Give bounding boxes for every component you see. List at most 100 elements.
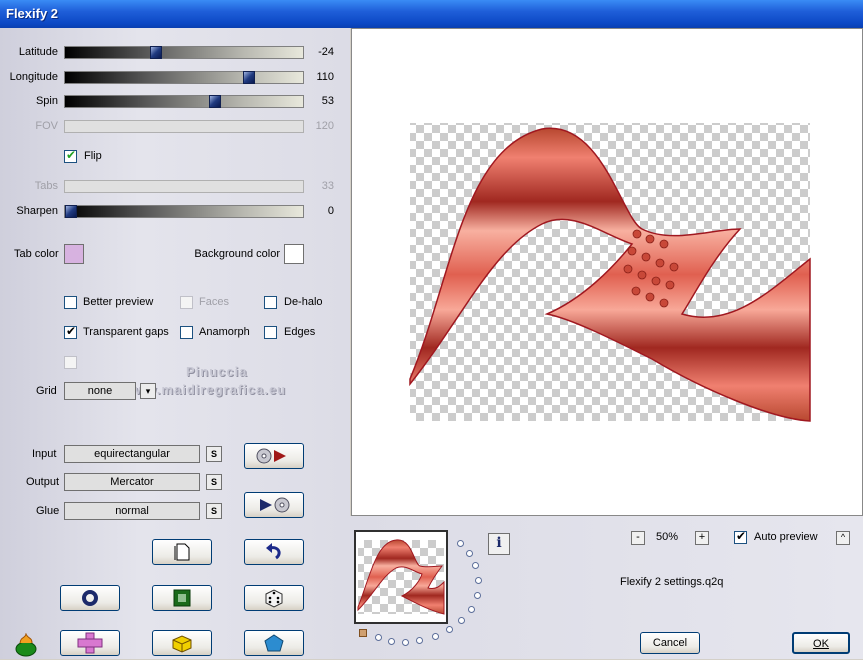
zoom-out-button[interactable]: - [631,531,645,545]
grid-select[interactable]: none [64,382,136,400]
pentagon-button[interactable] [244,630,304,656]
preview-image [409,123,811,422]
longitude-slider[interactable] [64,71,304,84]
thumbnail-navigator[interactable] [354,530,448,624]
fov-label: FOV [35,120,58,132]
play-disc-icon [260,497,290,513]
new-document-button[interactable] [152,539,212,565]
output-swap-button[interactable]: S [206,474,222,490]
pentagon-icon [264,634,284,652]
better-preview-label: Better preview [83,296,154,308]
tabs-label: Tabs [34,180,58,192]
cancel-button[interactable]: Cancel [640,632,700,654]
cross-icon [77,632,103,654]
background-color-swatch[interactable] [284,244,304,264]
dial-handle[interactable] [359,629,367,637]
spin-slider-thumb[interactable] [209,95,221,108]
glue-swap-button[interactable]: S [206,503,222,519]
flip-label: Flip [84,150,102,162]
dial-dot[interactable] [375,634,382,641]
output-select[interactable]: Mercator [64,473,200,491]
input-swap-button[interactable]: S [206,446,222,462]
play-reverse-button[interactable] [244,492,304,518]
dial-dot[interactable] [402,639,409,646]
dial-dot[interactable] [472,562,479,569]
dial-dot[interactable] [416,637,423,644]
anamorph-checkbox[interactable] [180,326,193,339]
grid-label: Grid [36,385,57,397]
play-forward-button[interactable] [244,443,304,469]
square-frame-icon [173,589,191,607]
dial-dot[interactable] [475,577,482,584]
glue-label: Glue [36,505,60,517]
latitude-label: Latitude [18,46,58,58]
undo-button[interactable] [244,539,304,565]
dial-dot[interactable] [458,617,465,624]
sharpen-value: 0 [327,205,334,217]
faces-label: Faces [199,296,229,308]
spin-label: Spin [35,95,58,107]
dice-icon [265,589,283,608]
dial-dot[interactable] [457,540,464,547]
input-label: Input [32,448,57,460]
dial-dot[interactable] [388,638,395,645]
dial-dot[interactable] [466,550,473,557]
input-select[interactable]: equirectangular [64,445,200,463]
edges-label: Edges [284,326,316,338]
zoom-in-button[interactable]: + [695,531,709,545]
auto-preview-checkbox[interactable]: ✔ [734,529,747,544]
flaming-pear-logo-icon [12,632,40,657]
dial-dot[interactable] [432,633,439,640]
faces-checkbox [180,296,193,309]
cross-shape-button[interactable] [60,630,120,656]
dial-dot[interactable] [446,626,453,633]
window-title: Flexify 2 [6,6,59,21]
flip-checkbox[interactable]: ✔ [64,148,77,163]
preview-canvas[interactable] [351,28,863,516]
edges-checkbox[interactable] [264,326,277,339]
transparent-gaps-checkbox[interactable]: ✔ [64,324,77,339]
grid-dropdown-button[interactable]: ▾ [140,383,156,399]
de-halo-label: De-halo [284,296,323,308]
latitude-slider[interactable] [64,46,304,59]
tab-color-label: Tab color [14,248,59,260]
longitude-slider-thumb[interactable] [243,71,255,84]
cube-button[interactable] [152,630,212,656]
background-color-label: Background color [194,248,280,260]
check-icon: ✔ [736,529,747,543]
cube-icon [172,635,192,653]
auto-preview-label: Auto preview [754,531,818,543]
sharpen-slider[interactable] [64,205,304,218]
de-halo-checkbox[interactable] [264,296,277,309]
square-frame-button[interactable] [152,585,212,611]
tabs-value: 33 [321,180,334,192]
dial-dot[interactable] [474,592,481,599]
fov-slider [64,120,304,133]
tab-color-swatch[interactable] [64,244,84,264]
check-icon: ✔ [66,324,77,338]
dial-dot[interactable] [468,606,475,613]
output-label: Output [26,476,60,488]
tabs-slider [64,180,304,193]
better-preview-checkbox[interactable] [64,296,77,309]
thumbnail-image [357,539,445,615]
page-icon [174,543,190,561]
anamorph-label: Anamorph [199,326,250,338]
undo-icon [266,543,281,560]
zoom-level: 50% [656,531,679,543]
glue-select[interactable]: normal [64,502,200,520]
auto-preview-toggle-button[interactable]: ^ [836,531,850,545]
latitude-slider-thumb[interactable] [150,46,162,59]
watermark-name: Pinuccia [186,364,248,379]
random-button[interactable] [244,585,304,611]
chevron-down-icon: ▾ [145,386,151,396]
spin-value: 53 [321,95,334,107]
disc-play-icon [256,448,286,464]
ok-button[interactable]: OK [792,632,850,654]
disabled-checkbox [64,356,77,369]
info-button[interactable]: i [488,533,510,555]
title-bar: Flexify 2 [0,0,863,28]
ring-shape-button[interactable] [60,585,120,611]
sharpen-slider-thumb[interactable] [65,205,77,218]
spin-slider[interactable] [64,95,304,108]
